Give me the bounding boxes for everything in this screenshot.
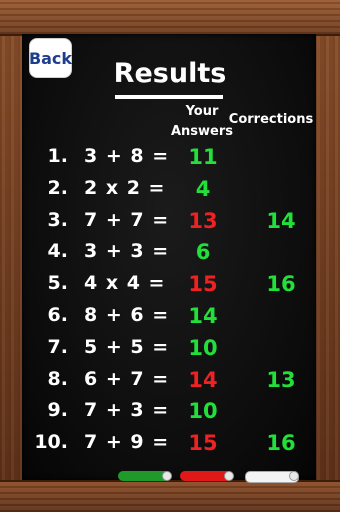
question-number: 6.	[47, 304, 68, 326]
correction: 13	[266, 367, 296, 392]
question-number: 3.	[47, 208, 68, 231]
your-answers-header-line1: Your	[185, 104, 219, 119]
question-number: 5.	[47, 272, 68, 295]
equation: 3 + 3 =	[84, 240, 170, 263]
question-number: 7.	[47, 335, 68, 358]
equation: 7 + 9 =	[84, 431, 170, 454]
chalk-tray	[0, 480, 340, 512]
chalk-tip	[162, 471, 172, 481]
question-number: 2.	[47, 176, 68, 199]
equation: 3 + 8 =	[84, 145, 170, 167]
equation: 6 + 7 =	[84, 367, 170, 390]
result-row: 2. 2 x 2 = 4	[0, 177, 340, 209]
wrong-answer: 15	[188, 431, 218, 456]
result-row: 9. 7 + 3 = 10	[0, 399, 340, 431]
correct-answer: 11	[188, 145, 218, 169]
question-number: 9.	[47, 399, 68, 422]
correct-answer: 6	[195, 240, 211, 265]
equation: 2 x 2 =	[84, 176, 166, 199]
wrong-answer: 15	[188, 272, 218, 297]
result-row: 4. 3 + 3 = 6	[0, 240, 340, 272]
correction: 16	[266, 431, 296, 456]
question-number: 4.	[47, 240, 68, 263]
equation: 5 + 5 =	[84, 335, 170, 358]
equation: 7 + 3 =	[84, 399, 170, 422]
question-number: 1.	[47, 145, 68, 167]
correct-answer: 10	[188, 335, 218, 360]
result-row: 5. 4 x 4 = 15 16	[0, 272, 340, 304]
result-row: 6. 8 + 6 = 14	[0, 304, 340, 336]
chalk-tip	[224, 471, 234, 481]
result-row: 3. 7 + 7 = 13 14	[0, 209, 340, 241]
correct-answer: 4	[195, 176, 211, 201]
title-underline	[115, 95, 223, 99]
your-answers-header-line2: Answers	[170, 124, 234, 139]
page-title: Results	[113, 58, 227, 89]
correct-answer: 10	[188, 399, 218, 424]
result-row: 1. 3 + 8 = 11	[0, 145, 340, 177]
frame-top	[0, 0, 340, 36]
chalk-tip	[289, 471, 299, 481]
correction: 16	[266, 272, 296, 297]
your-answers-header: Your Answers	[168, 102, 236, 142]
result-row: 8. 6 + 7 = 14 13	[0, 368, 340, 400]
corrections-header: Corrections	[228, 112, 314, 127]
equation: 8 + 6 =	[84, 304, 170, 326]
equation: 4 x 4 =	[84, 272, 166, 295]
wrong-answer: 14	[188, 367, 218, 392]
correction: 14	[266, 208, 296, 233]
wrong-answer: 13	[188, 208, 218, 233]
result-row: 10. 7 + 9 = 15 16	[0, 431, 340, 463]
question-number: 10.	[34, 431, 68, 454]
result-row: 7. 5 + 5 = 10	[0, 336, 340, 368]
correct-answer: 14	[188, 304, 218, 328]
question-number: 8.	[47, 367, 68, 390]
equation: 7 + 7 =	[84, 208, 170, 231]
